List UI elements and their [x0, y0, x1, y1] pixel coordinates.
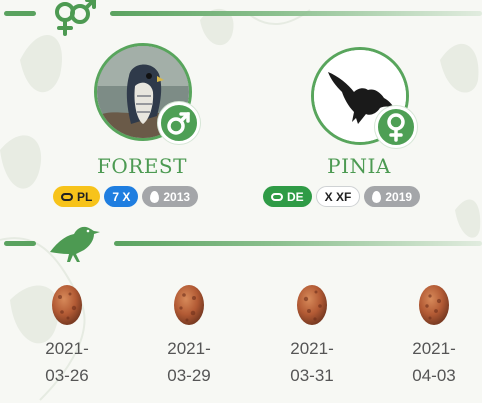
divider-line-right: [110, 11, 482, 16]
bird-badges: PL 7 X 2013: [53, 186, 199, 207]
egg-item[interactable]: 2021- 04-03: [394, 282, 474, 392]
egg-date: 2021- 04-03: [394, 335, 474, 389]
mars-icon: [167, 112, 190, 135]
ring-country-badge: DE: [263, 186, 312, 207]
egg-date-day: 03-31: [290, 366, 334, 385]
bird-badges: DE X XF 2019: [263, 186, 421, 207]
bird-card-pinia[interactable]: PINIA DE X XF 2019: [263, 40, 444, 215]
ring-code-badge: X XF: [315, 186, 361, 207]
egg-date-day: 03-26: [45, 366, 89, 385]
egg-date: 2021- 03-26: [27, 335, 107, 389]
bird-name: FOREST: [97, 154, 187, 178]
ring-code-label: 7 X: [112, 189, 131, 204]
venus-icon: [387, 113, 405, 142]
egg-icon: [372, 190, 382, 203]
egg-date-year: 2021-: [45, 339, 89, 358]
egg-photo: [52, 285, 82, 325]
ring-code-badge: 7 X: [104, 186, 139, 207]
egg-photo: [297, 285, 327, 325]
hatch-year-badge: 2019: [364, 186, 421, 207]
egg-photo: [174, 285, 204, 325]
bird-icon: [50, 226, 100, 262]
bird-name: PINIA: [327, 154, 391, 178]
egg-icon: [150, 190, 160, 203]
eggs-section-divider: [0, 222, 482, 262]
egg-item[interactable]: 2021- 03-31: [272, 282, 352, 392]
pair-section-divider: [0, 0, 482, 40]
divider-line-left: [4, 11, 36, 16]
divider-line-left: [4, 241, 36, 246]
ring-icon: [61, 192, 73, 201]
egg-date-day: 03-29: [167, 366, 211, 385]
egg-date-year: 2021-: [412, 339, 456, 358]
egg-photo: [419, 285, 449, 325]
ring-country-label: PL: [77, 189, 93, 204]
ring-code-label: X XF: [324, 189, 352, 204]
egg-item[interactable]: 2021- 03-29: [149, 282, 229, 392]
egg-date: 2021- 03-31: [272, 335, 352, 389]
hatch-year-label: 2013: [163, 189, 191, 204]
sex-badge-female: [375, 106, 417, 148]
egg-date: 2021- 03-29: [149, 335, 229, 389]
egg-date-day: 04-03: [412, 366, 456, 385]
ring-icon: [271, 192, 283, 201]
hatch-year-label: 2019: [385, 189, 413, 204]
egg-date-year: 2021-: [167, 339, 211, 358]
bird-card-forest[interactable]: FOREST PL 7 X 2013: [53, 40, 227, 215]
sex-badge-male: [158, 102, 200, 144]
divider-line-right: [114, 241, 482, 246]
egg-date-year: 2021-: [290, 339, 334, 358]
ring-country-label: DE: [287, 189, 304, 204]
ring-country-badge: PL: [53, 186, 101, 207]
hatch-year-badge: 2013: [142, 186, 199, 207]
egg-item[interactable]: 2021- 03-26: [27, 282, 107, 392]
mars-venus-icon: [55, 0, 96, 36]
